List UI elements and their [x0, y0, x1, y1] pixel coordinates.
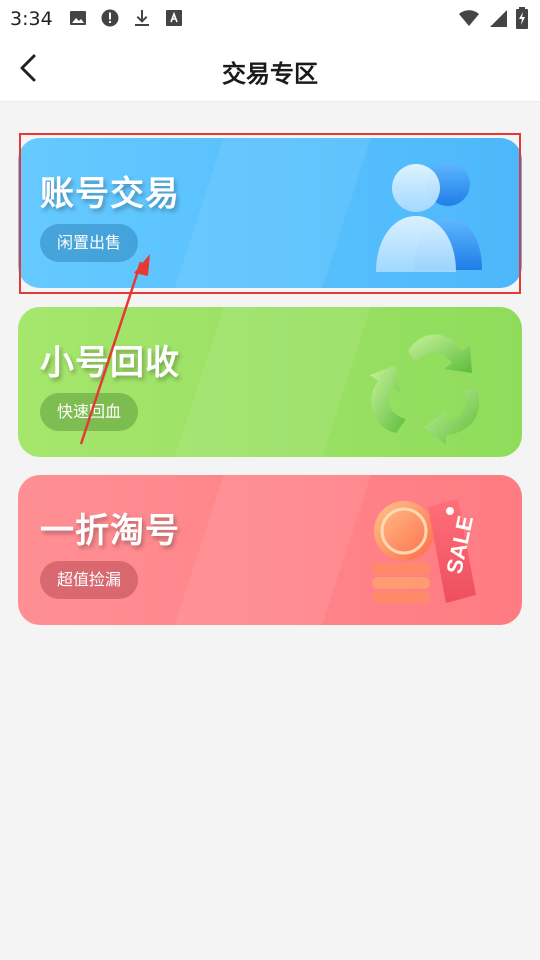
wifi-icon [459, 10, 479, 26]
system-icons [458, 7, 528, 29]
quick-cash-button[interactable]: 快速回血 [40, 393, 139, 431]
bargain-button[interactable]: 超值捡漏 [40, 561, 139, 599]
recycle-icon [370, 334, 480, 445]
image-icon [68, 8, 88, 28]
highlight-box [19, 133, 521, 294]
card-title: 小号回收 [40, 343, 180, 383]
page-title: 交易专区 [222, 60, 318, 88]
battery-icon [516, 7, 528, 29]
download-icon [132, 8, 152, 28]
alert-icon [100, 8, 120, 28]
notification-icons [68, 8, 184, 28]
font-icon [164, 8, 184, 28]
header: 交易专区 [0, 36, 540, 102]
signal-icon [490, 10, 507, 27]
card-discount-account[interactable]: 一折淘号 超值捡漏 SALE [18, 475, 522, 625]
status-bar: 3:34 [0, 0, 540, 36]
status-time: 3:34 [10, 8, 53, 30]
card-account-recycle[interactable]: 小号回收 快速回血 [18, 307, 522, 457]
sale-tag-icon: SALE [372, 499, 478, 603]
card-title: 一折淘号 [40, 511, 180, 551]
